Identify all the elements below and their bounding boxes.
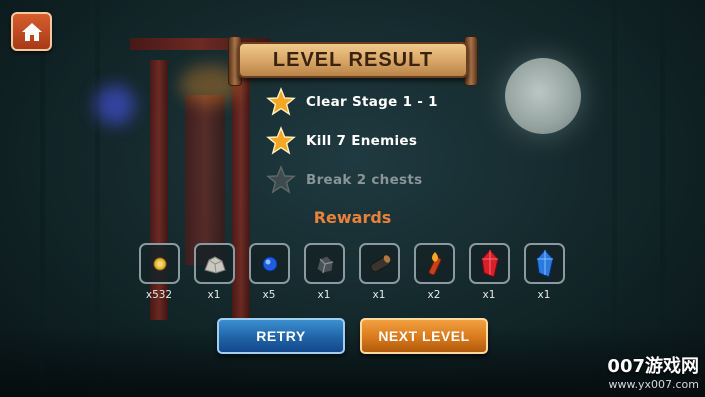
objective-row: Break 2 chests <box>266 165 422 195</box>
reward-slot[interactable] <box>359 243 400 284</box>
ground-shadow <box>0 327 705 397</box>
reward-slot[interactable] <box>524 243 565 284</box>
reward-quantity: x1 <box>372 289 386 301</box>
torii-post-right <box>232 60 250 320</box>
reward-quantity: x5 <box>262 289 276 301</box>
retry-button[interactable]: RETRY <box>217 318 345 354</box>
watermark: 007游戏网 www.yx007.com <box>607 352 699 391</box>
reward-quantity: x532 <box>145 289 173 301</box>
blue-glow <box>95 85 135 125</box>
red-crystal-icon <box>480 248 499 278</box>
blue-crystal-icon <box>535 248 554 278</box>
page-title: LEVEL RESULT <box>272 48 434 71</box>
reward-quantity: x1 <box>537 289 551 301</box>
reward-quantity: x1 <box>317 289 331 301</box>
reward-slot[interactable] <box>414 243 455 284</box>
next-level-label: NEXT LEVEL <box>378 328 470 344</box>
blue-gem-icon <box>262 256 277 271</box>
objective-label: Kill 7 Enemies <box>306 133 418 149</box>
home-button[interactable] <box>11 12 52 51</box>
star-gold-icon <box>266 126 296 155</box>
objective-label: Break 2 chests <box>306 172 423 188</box>
stone-ore-icon <box>203 255 226 274</box>
moon <box>505 58 581 134</box>
retry-label: RETRY <box>256 328 306 344</box>
star-empty-icon <box>266 165 296 194</box>
objective-row: Kill 7 Enemies <box>266 126 417 156</box>
reward-quantity: x1 <box>207 289 221 301</box>
gold-coin-icon <box>153 257 166 270</box>
objective-row: Clear Stage 1 - 1 <box>266 87 438 117</box>
reward-slot[interactable] <box>249 243 290 284</box>
next-level-button[interactable]: NEXT LEVEL <box>360 318 488 354</box>
iron-ore-icon <box>315 254 334 274</box>
title-banner: LEVEL RESULT <box>224 36 482 86</box>
reward-quantity: x1 <box>482 289 496 301</box>
reward-slot[interactable] <box>139 243 180 284</box>
fire-scroll-icon <box>428 251 441 275</box>
banner-scroll: LEVEL RESULT <box>238 42 468 78</box>
shrine-lantern <box>185 95 225 265</box>
objective-label: Clear Stage 1 - 1 <box>306 94 438 110</box>
reward-slot[interactable] <box>469 243 510 284</box>
reward-slot[interactable] <box>304 243 345 284</box>
watermark-url: www.yx007.com <box>608 378 699 391</box>
wood-log-icon <box>369 254 390 272</box>
rewards-heading: Rewards <box>313 208 392 227</box>
reward-quantity: x2 <box>427 289 441 301</box>
reward-slot[interactable] <box>194 243 235 284</box>
watermark-title: 007游戏网 <box>607 356 699 377</box>
home-icon <box>21 22 42 41</box>
star-gold-icon <box>266 87 296 116</box>
